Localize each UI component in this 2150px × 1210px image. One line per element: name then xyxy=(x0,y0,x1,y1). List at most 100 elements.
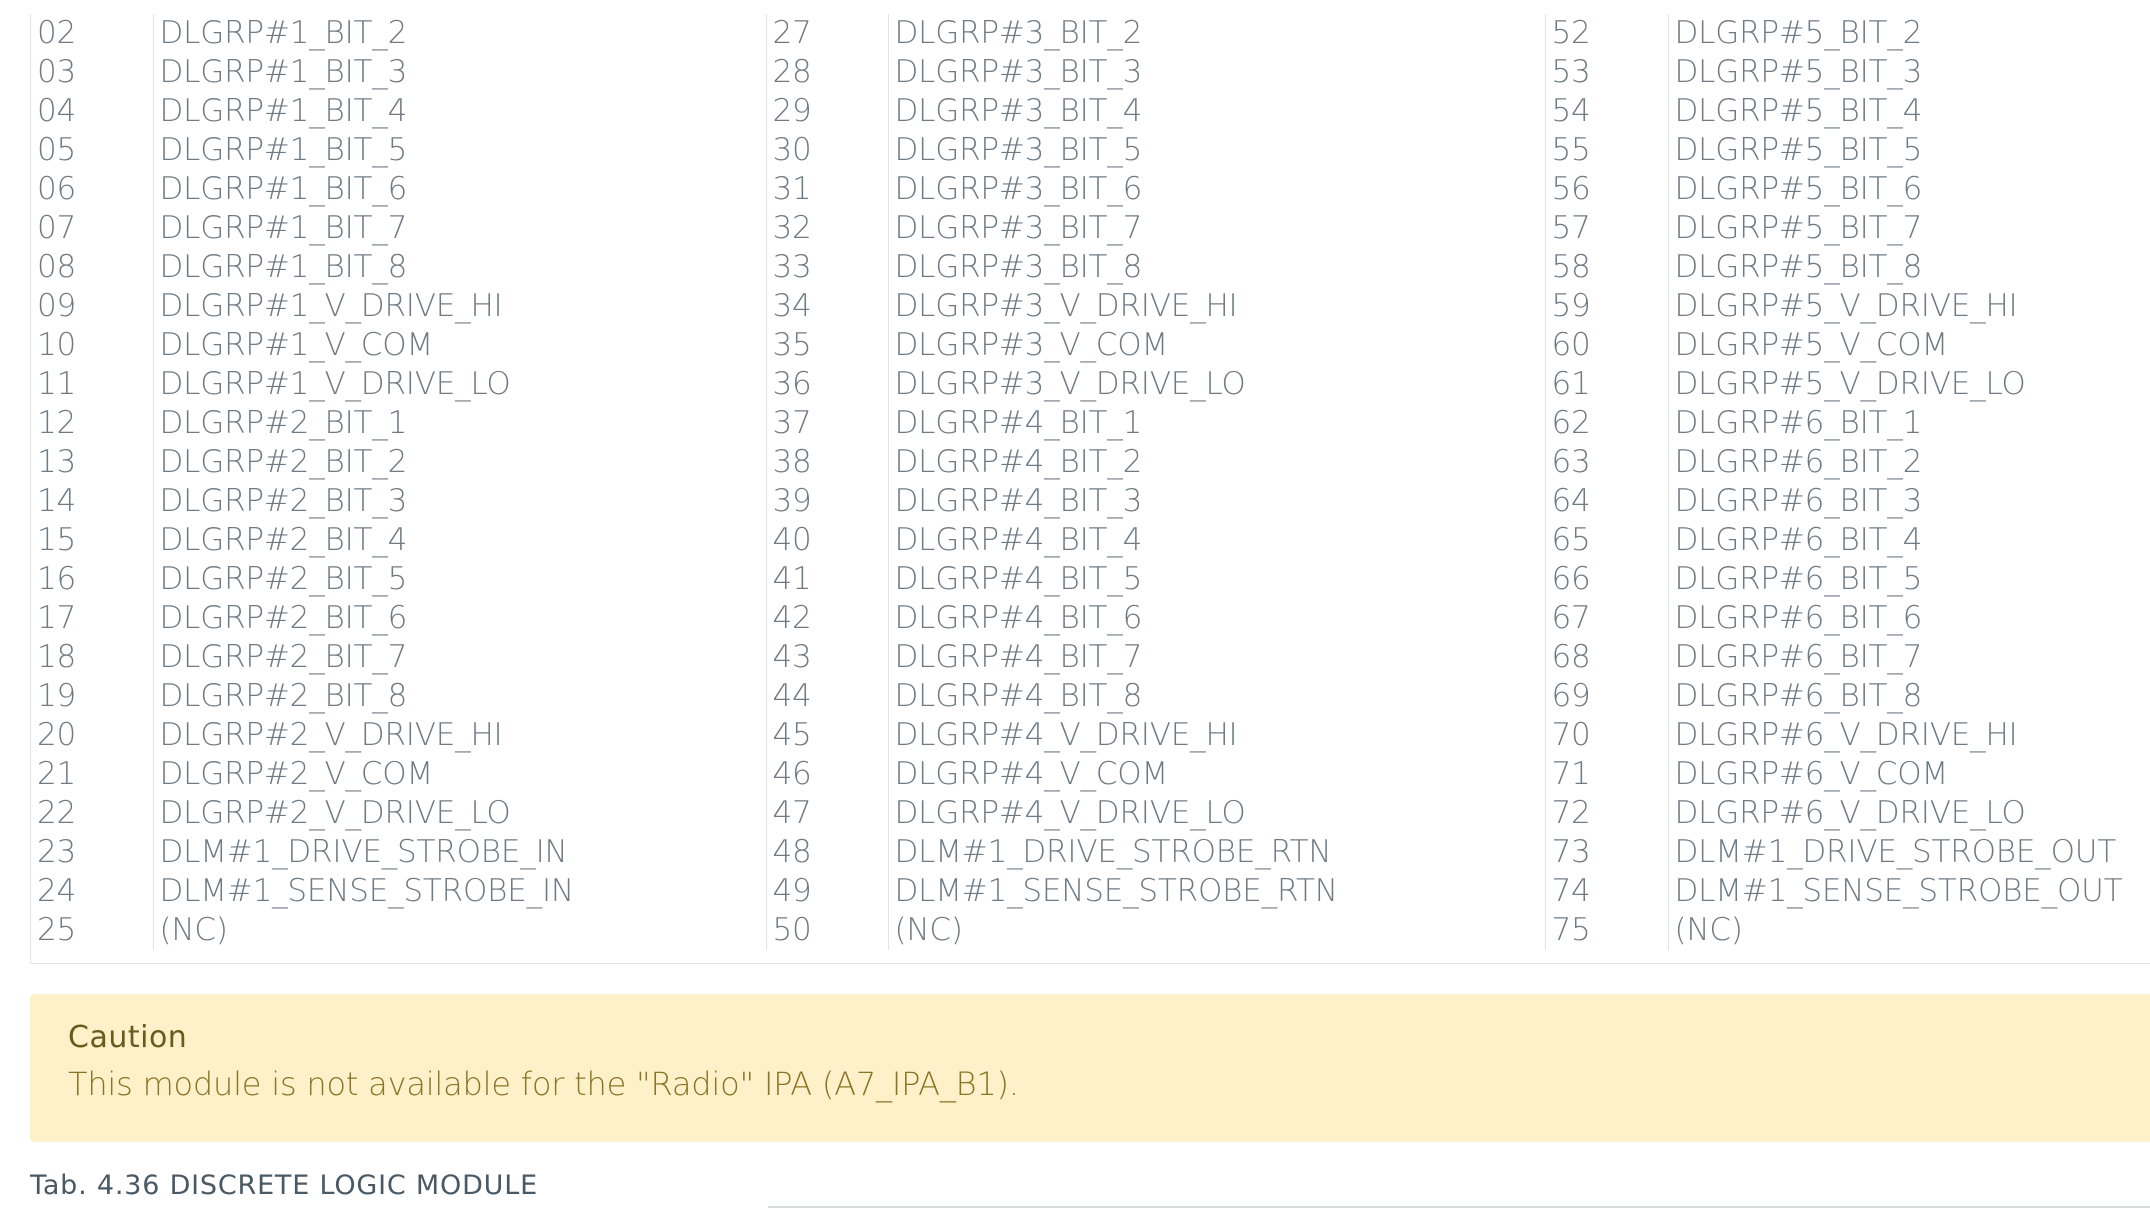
signal-name-cell: DLGRP#6_BIT_1 xyxy=(1667,404,2150,443)
signal-name-cell: DLGRP#3_BIT_5 xyxy=(887,131,1545,170)
pin-number-cell: 40 xyxy=(765,521,888,560)
signal-name-cell: DLGRP#1_BIT_8 xyxy=(152,248,766,287)
pin-number-cell: 04 xyxy=(37,93,77,129)
signal-name-cell: DLGRP#6_BIT_3 xyxy=(1667,482,2150,521)
pin-number-cell: 72 xyxy=(1544,794,1668,833)
signal-name-cell: DLGRP#3_BIT_2 xyxy=(887,14,1545,53)
table-row: 15 DLGRP#2_BIT_4 40 DLGRP#4_BIT_4 65 DLGRP#6_… xyxy=(31,521,2150,560)
pin-number-cell: 23 xyxy=(37,834,77,870)
signal-name-cell: DLGRP#6_V_DRIVE_LO xyxy=(1667,794,2150,833)
signal-name-cell: DLGRP#2_BIT_7 xyxy=(152,638,766,677)
signal-name-cell: DLGRP#4_BIT_2 xyxy=(887,443,1545,482)
signal-name-cell: DLGRP#6_BIT_8 xyxy=(1667,677,2150,716)
signal-name-cell: DLGRP#1_BIT_6 xyxy=(152,170,766,209)
pin-number-cell: 36 xyxy=(765,365,888,404)
signal-name-cell: DLGRP#1_BIT_4 xyxy=(152,92,766,131)
pin-number-cell: 45 xyxy=(765,716,888,755)
signal-name-cell: DLGRP#5_BIT_2 xyxy=(1667,14,2150,53)
pin-number-cell: 56 xyxy=(1544,170,1668,209)
pin-number-cell: 29 xyxy=(765,92,888,131)
signal-name-cell: DLGRP#1_BIT_3 xyxy=(152,53,766,92)
signal-name-cell: DLGRP#4_V_DRIVE_LO xyxy=(887,794,1545,833)
signal-name-cell: DLGRP#3_BIT_4 xyxy=(887,92,1545,131)
pin-number-cell: 12 xyxy=(37,405,77,441)
signal-name-cell: DLGRP#5_BIT_7 xyxy=(1667,209,2150,248)
pin-number-cell: 61 xyxy=(1544,365,1668,404)
pin-number-cell: 13 xyxy=(37,444,77,480)
pin-number-cell: 73 xyxy=(1544,833,1668,872)
pin-number-cell: 69 xyxy=(1544,677,1668,716)
signal-name-cell: DLGRP#4_V_COM xyxy=(887,755,1545,794)
table-row: 23 DLM#1_DRIVE_STROBE_IN 48 DLM#1_DRIVE_STR… xyxy=(31,833,2150,872)
pin-number-cell: 06 xyxy=(37,171,77,207)
signal-name-cell: DLGRP#6_BIT_4 xyxy=(1667,521,2150,560)
signal-name-cell: DLGRP#1_V_DRIVE_LO xyxy=(152,365,766,404)
pin-number-cell: 05 xyxy=(37,132,77,168)
pin-number-cell: 03 xyxy=(37,54,77,90)
pin-number-cell: 66 xyxy=(1544,560,1668,599)
signal-name-cell: DLGRP#5_BIT_4 xyxy=(1667,92,2150,131)
pin-number-cell: 65 xyxy=(1544,521,1668,560)
signal-name-cell: DLGRP#5_V_DRIVE_HI xyxy=(1667,287,2150,326)
pin-number-cell: 54 xyxy=(1544,92,1668,131)
caution-title: Caution xyxy=(68,1020,188,1055)
table-row: 04 DLGRP#1_BIT_4 29 DLGRP#3_BIT_4 54 DLGRP#5_… xyxy=(31,92,2150,131)
pin-number-cell: 38 xyxy=(765,443,888,482)
signal-name-cell: DLGRP#6_V_COM xyxy=(1667,755,2150,794)
table-row: 25 (NC) 50 (NC) 75 (NC) xyxy=(31,911,2150,950)
pin-number-cell: 22 xyxy=(37,795,77,831)
signal-name-cell: DLGRP#4_V_DRIVE_HI xyxy=(887,716,1545,755)
pin-number-cell: 57 xyxy=(1544,209,1668,248)
pin-number-cell: 62 xyxy=(1544,404,1668,443)
pin-number-cell: 10 xyxy=(37,327,77,363)
signal-name-cell: DLM#1_DRIVE_STROBE_OUT xyxy=(1667,833,2150,872)
pin-number-cell: 07 xyxy=(37,210,77,246)
pin-number-cell: 59 xyxy=(1544,287,1668,326)
pin-number-cell: 08 xyxy=(37,249,77,285)
pin-number-cell: 43 xyxy=(765,638,888,677)
pin-number-cell: 44 xyxy=(765,677,888,716)
table-row: 20 DLGRP#2_V_DRIVE_HI 45 DLGRP#4_V_DRIVE_HI… xyxy=(31,716,2150,755)
pin-number-cell: 71 xyxy=(1544,755,1668,794)
pin-number-cell: 31 xyxy=(765,170,888,209)
signal-name-cell: (NC) xyxy=(1667,911,2150,950)
pin-number-cell: 25 xyxy=(37,912,77,948)
pin-number-cell: 39 xyxy=(765,482,888,521)
pin-number-cell: 58 xyxy=(1544,248,1668,287)
caution-callout: Caution This module is not available for… xyxy=(30,994,2150,1142)
signal-name-cell: DLGRP#5_V_COM xyxy=(1667,326,2150,365)
pin-number-cell: 55 xyxy=(1544,131,1668,170)
pin-number-cell: 18 xyxy=(37,639,77,675)
signal-name-cell: DLGRP#2_BIT_6 xyxy=(152,599,766,638)
signal-name-cell: DLGRP#2_BIT_5 xyxy=(152,560,766,599)
signal-name-cell: DLGRP#4_BIT_3 xyxy=(887,482,1545,521)
pin-number-cell: 60 xyxy=(1544,326,1668,365)
signal-name-cell: DLGRP#3_V_DRIVE_LO xyxy=(887,365,1545,404)
pin-number-cell: 15 xyxy=(37,522,77,558)
signal-name-cell: DLGRP#3_BIT_3 xyxy=(887,53,1545,92)
signal-name-cell: DLGRP#1_BIT_5 xyxy=(152,131,766,170)
pin-number-cell: 21 xyxy=(37,756,77,792)
signal-name-cell: DLGRP#2_BIT_1 xyxy=(152,404,766,443)
signal-name-cell: DLGRP#4_BIT_8 xyxy=(887,677,1545,716)
table-row: 13 DLGRP#2_BIT_2 38 DLGRP#4_BIT_2 63 DLGRP#6_… xyxy=(31,443,2150,482)
pin-number-cell: 17 xyxy=(37,600,77,636)
pin-assignment-table: 02 DLGRP#1_BIT_2 27 DLGRP#3_BIT_2 52 DLGRP#5_… xyxy=(31,14,2150,950)
table-row: 10 DLGRP#1_V_COM 35 DLGRP#3_V_COM 60 DLGRP#5_… xyxy=(31,326,2150,365)
signal-name-cell: DLM#1_SENSE_STROBE_IN xyxy=(152,872,766,911)
signal-name-cell: DLGRP#2_V_DRIVE_LO xyxy=(152,794,766,833)
pin-number-cell: 48 xyxy=(765,833,888,872)
signal-name-cell: DLGRP#5_BIT_8 xyxy=(1667,248,2150,287)
divider-rule xyxy=(768,1206,2150,1208)
signal-name-cell: DLGRP#1_V_COM xyxy=(152,326,766,365)
signal-name-cell: (NC) xyxy=(887,911,1545,950)
signal-name-cell: DLGRP#6_BIT_6 xyxy=(1667,599,2150,638)
table-row: 17 DLGRP#2_BIT_6 42 DLGRP#4_BIT_6 67 DLGRP#6_… xyxy=(31,599,2150,638)
pin-table-body: 02 DLGRP#1_BIT_2 27 DLGRP#3_BIT_2 52 DLGRP#5_… xyxy=(31,14,2150,950)
table-row: 02 DLGRP#1_BIT_2 27 DLGRP#3_BIT_2 52 DLGRP#5_… xyxy=(31,14,2150,53)
table-row: 11 DLGRP#1_V_DRIVE_LO 36 DLGRP#3_V_DRIVE_LO… xyxy=(31,365,2150,404)
table-row: 09 DLGRP#1_V_DRIVE_HI 34 DLGRP#3_V_DRIVE_HI… xyxy=(31,287,2150,326)
pin-number-cell: 19 xyxy=(37,678,77,714)
signal-name-cell: DLGRP#1_BIT_7 xyxy=(152,209,766,248)
pin-assignment-table-container: 02 DLGRP#1_BIT_2 27 DLGRP#3_BIT_2 52 DLGRP#5_… xyxy=(30,14,2150,964)
